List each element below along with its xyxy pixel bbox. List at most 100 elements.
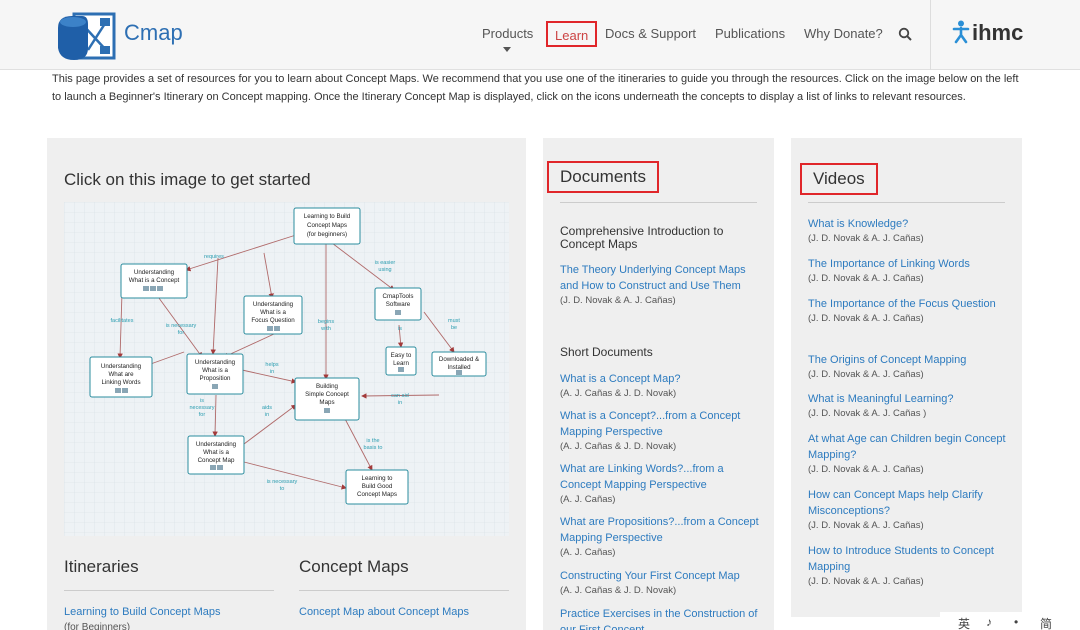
document-item[interactable]: Constructing Your First Concept Map (A. … (560, 568, 760, 598)
divider (808, 202, 1005, 203)
svg-text:Understanding: Understanding (253, 301, 294, 308)
video-item[interactable]: The Importance of Linking Words (J. D. N… (808, 256, 1008, 286)
link-label: can aid (391, 393, 409, 399)
header-divider (930, 0, 931, 70)
link-label: for (178, 330, 185, 336)
map-node[interactable]: Understanding What is a Concept (120, 263, 188, 299)
link-label: aids (262, 405, 272, 411)
video-item[interactable]: What is Knowledge? (J. D. Novak & A. J. … (808, 216, 1008, 246)
documents-heading: Documents (547, 161, 659, 193)
map-node[interactable]: Learning to Build Concept Maps (for begi… (293, 207, 361, 245)
svg-text:Understanding: Understanding (134, 269, 175, 276)
link-label: is necessary (166, 323, 197, 329)
map-node[interactable]: Understanding What is a Focus Question (243, 295, 303, 335)
dot-icon[interactable]: • (1014, 615, 1018, 629)
link-label: is (200, 398, 204, 404)
map-node[interactable]: Understanding What is a Concept Map (187, 435, 245, 475)
chevron-down-icon[interactable] (503, 47, 511, 52)
link-label: facilitates (111, 318, 134, 324)
document-item[interactable]: The Theory Underlying Concept Maps and H… (560, 262, 760, 308)
get-started-heading: Click on this image to get started (64, 170, 311, 189)
video-item[interactable]: What is Meaningful Learning? (J. D. Nova… (808, 391, 1008, 421)
svg-text:Maps: Maps (319, 399, 334, 406)
map-node[interactable]: Understanding What are Linking Words (89, 356, 153, 398)
ime-indicator[interactable]: 英 (958, 615, 970, 630)
svg-text:What is a Concept: What is a Concept (129, 277, 180, 284)
map-node[interactable]: CmapTools Software (374, 287, 422, 321)
site-header: Cmap Products Learn Docs & Support Publi… (0, 0, 1080, 70)
svg-text:Proposition: Proposition (200, 375, 232, 382)
nav-learn[interactable]: Learn (546, 21, 598, 47)
map-node[interactable]: Learning to Build Good Concept Maps (345, 469, 409, 505)
svg-text:Linking Words: Linking Words (101, 379, 140, 386)
itinerary-sub: (for Beginners) (64, 622, 131, 630)
cmap-logo-icon[interactable] (52, 10, 116, 62)
document-item[interactable]: What are Linking Words?...from a Concept… (560, 461, 760, 507)
link-label: for (199, 412, 206, 418)
svg-text:What is a: What is a (260, 309, 286, 316)
itinerary-link[interactable]: Learning to Build Concept Maps (64, 606, 221, 618)
svg-text:Learn: Learn (393, 360, 409, 367)
svg-text:Understanding: Understanding (101, 363, 142, 370)
intro-text: This page provides a set of resources fo… (52, 73, 1019, 103)
svg-text:Concept Map: Concept Map (198, 457, 235, 464)
link-label: is (398, 326, 402, 332)
svg-text:Learning to Build: Learning to Build (304, 213, 351, 220)
link-label: using (378, 267, 391, 273)
ihmc-logo-text[interactable]: ihmc (972, 20, 1023, 46)
link-label: is easier (375, 260, 396, 266)
videos-heading: Videos (800, 163, 878, 195)
document-item[interactable]: Practice Exercises in the Construction o… (560, 606, 760, 630)
link-label: is necessary (267, 479, 298, 485)
brand-name[interactable]: Cmap (124, 20, 183, 46)
map-node[interactable]: Building Simple Concept Maps (294, 377, 360, 421)
link-label: in (265, 412, 269, 418)
link-label: be (451, 325, 457, 331)
video-item[interactable]: The Origins of Concept Mapping (J. D. No… (808, 352, 1008, 382)
svg-text:Concept Maps: Concept Maps (357, 491, 397, 498)
nav-publications[interactable]: Publications (715, 26, 785, 41)
search-icon[interactable] (898, 27, 912, 41)
divider (64, 590, 274, 591)
itineraries-heading: Itineraries (64, 557, 139, 576)
svg-text:Software: Software (386, 301, 411, 308)
svg-text:Building: Building (316, 383, 339, 390)
link-label: necessary (189, 405, 214, 411)
document-item[interactable]: What is a Concept?...from a Concept Mapp… (560, 408, 760, 454)
svg-text:(for beginners): (for beginners) (307, 231, 347, 238)
system-tray: 英 ♪ • 简 (940, 612, 1080, 630)
map-node[interactable]: Understanding What is a Proposition (186, 353, 244, 395)
svg-text:Simple Concept: Simple Concept (305, 391, 349, 398)
link-label: requires (204, 254, 224, 260)
svg-text:What is a: What is a (202, 367, 228, 374)
divider (560, 202, 757, 203)
video-item[interactable]: How to Introduce Students to Concept Map… (808, 543, 1008, 589)
divider (299, 590, 509, 591)
ihmc-person-icon[interactable] (952, 20, 970, 44)
link-label: is the (366, 438, 379, 444)
svg-text:Easy to: Easy to (391, 352, 412, 359)
video-item[interactable]: The Importance of the Focus Question (J.… (808, 296, 1008, 326)
nav-products[interactable]: Products (482, 26, 533, 41)
sound-icon[interactable]: ♪ (986, 615, 992, 629)
video-item[interactable]: At what Age can Children begin Concept M… (808, 431, 1008, 477)
nav-why-donate[interactable]: Why Donate? (804, 26, 883, 41)
svg-text:Concept Maps: Concept Maps (307, 222, 347, 229)
ime-mode-indicator[interactable]: 简 (1040, 615, 1052, 630)
document-item[interactable]: What are Propositions?...from a Concept … (560, 514, 760, 560)
comprehensive-heading: Comprehensive Introduction to Concept Ma… (560, 224, 724, 251)
svg-text:What is a: What is a (203, 449, 229, 456)
svg-text:Build Good: Build Good (362, 483, 393, 490)
document-item[interactable]: What is a Concept Map? (A. J. Cañas & J.… (560, 371, 760, 401)
concept-map-link[interactable]: Concept Map about Concept Maps (299, 606, 469, 618)
video-item[interactable]: How can Concept Maps help Clarify Miscon… (808, 487, 1008, 533)
svg-text:Downloaded &: Downloaded & (439, 356, 480, 363)
link-label: helps (265, 362, 278, 368)
link-label: with (320, 326, 331, 332)
map-node[interactable]: Downloaded & Installed (431, 351, 487, 377)
link-label: to (280, 486, 285, 492)
link-label: must (448, 318, 460, 324)
nav-docs-support[interactable]: Docs & Support (605, 26, 696, 41)
map-node[interactable]: Easy to Learn (385, 346, 417, 376)
concept-map-image[interactable]: requires is easier using facilitates is … (64, 202, 509, 536)
